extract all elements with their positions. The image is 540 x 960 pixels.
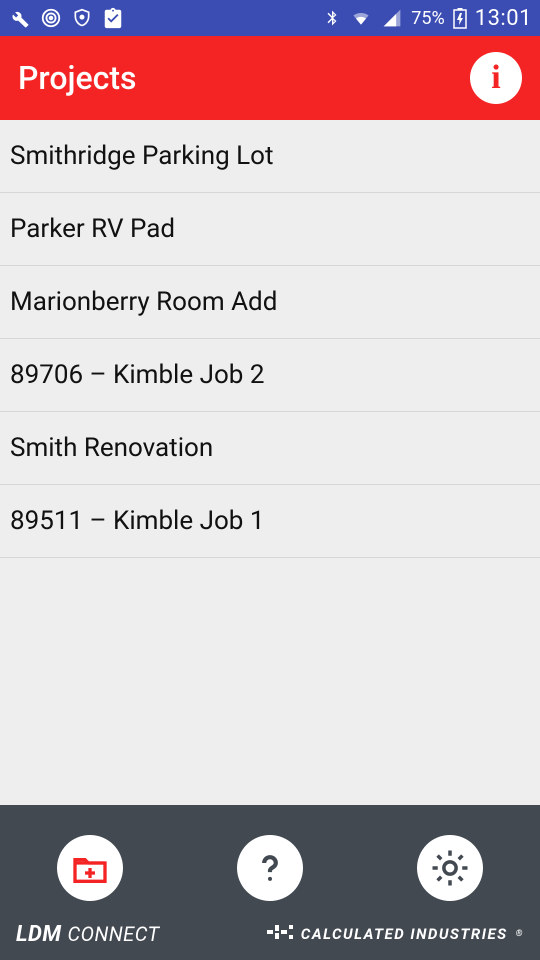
brand-left: LDM CONNECT xyxy=(16,922,160,947)
list-item[interactable]: Marionberry Room Add xyxy=(0,266,540,339)
gear-icon xyxy=(429,847,471,889)
brand-connect: CONNECT xyxy=(68,922,160,946)
project-name: Parker RV Pad xyxy=(10,214,175,244)
list-item[interactable]: Smithridge Parking Lot xyxy=(0,120,540,193)
question-icon xyxy=(250,848,290,888)
list-item[interactable]: 89511 – Kimble Job 1 xyxy=(0,485,540,558)
clock-text: 13:01 xyxy=(475,6,532,31)
project-name: Smithridge Parking Lot xyxy=(10,141,273,171)
info-button[interactable]: i xyxy=(470,52,522,104)
target-icon xyxy=(40,7,62,29)
status-right: 75% 13:01 xyxy=(323,6,532,31)
brand-row: LDM CONNECT CALCULATED INDUSTRIES ® xyxy=(0,916,540,960)
brand-ldm: LDM xyxy=(16,922,62,947)
project-name: Smith Renovation xyxy=(10,433,213,463)
info-icon: i xyxy=(491,59,500,97)
bluetooth-icon xyxy=(323,7,341,29)
project-name: 89511 – Kimble Job 1 xyxy=(10,506,264,536)
new-folder-button[interactable] xyxy=(57,835,123,901)
signal-icon xyxy=(381,8,403,28)
settings-button[interactable] xyxy=(417,835,483,901)
reg-mark: ® xyxy=(516,929,524,939)
page-title: Projects xyxy=(18,59,137,97)
status-left xyxy=(8,7,124,29)
app-bar: Projects i xyxy=(0,36,540,120)
bottom-bar: LDM CONNECT CALCULATED INDUSTRIES ® xyxy=(0,805,540,960)
battery-percent: 75% xyxy=(411,8,444,29)
bottom-actions xyxy=(0,805,540,916)
shield-icon xyxy=(72,8,92,28)
wrench-icon xyxy=(8,7,30,29)
list-item[interactable]: Smith Renovation xyxy=(0,412,540,485)
list-item[interactable]: Parker RV Pad xyxy=(0,193,540,266)
project-name: Marionberry Room Add xyxy=(10,287,277,317)
clipboard-icon xyxy=(102,7,124,29)
project-name: 89706 – Kimble Job 2 xyxy=(10,360,264,390)
folder-plus-icon xyxy=(70,848,110,888)
brand-ci-text: CALCULATED INDUSTRIES xyxy=(301,925,508,943)
projects-list: Smithridge Parking Lot Parker RV Pad Mar… xyxy=(0,120,540,805)
battery-charging-icon xyxy=(453,7,467,29)
ci-logo-icon xyxy=(267,923,293,945)
brand-right: CALCULATED INDUSTRIES ® xyxy=(267,923,524,945)
list-item[interactable]: 89706 – Kimble Job 2 xyxy=(0,339,540,412)
help-button[interactable] xyxy=(237,835,303,901)
android-status-bar: 75% 13:01 xyxy=(0,0,540,36)
wifi-icon xyxy=(349,8,373,28)
